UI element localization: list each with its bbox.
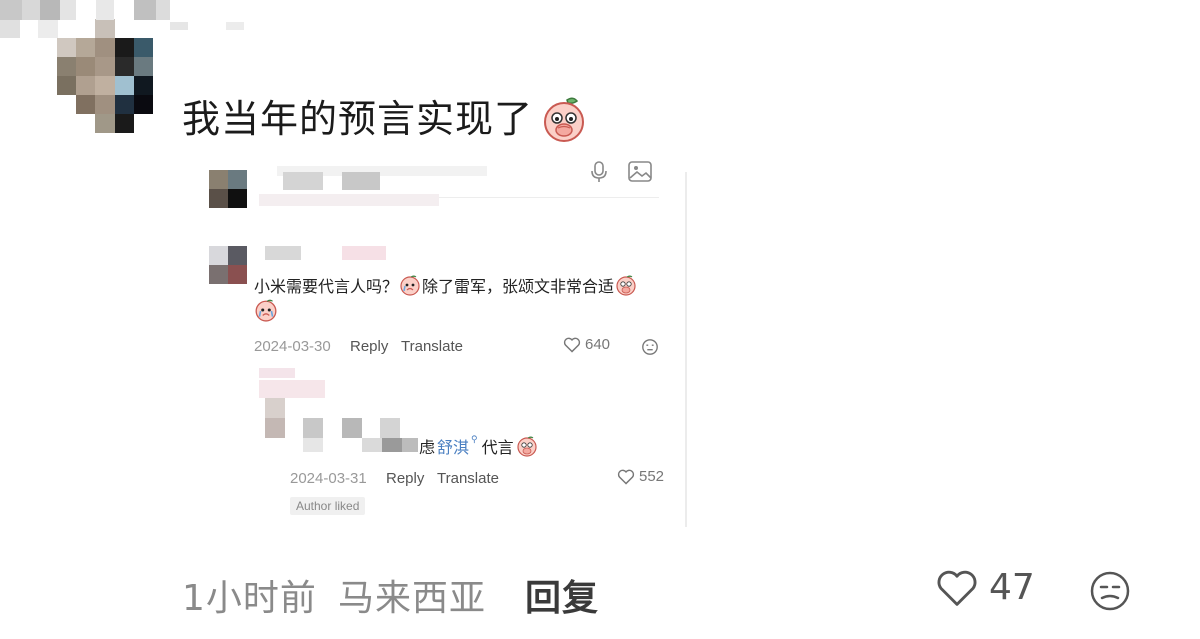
like-count: 47: [989, 567, 1035, 608]
embedded-screenshot: 小米需要代言人吗？ 除了雷军，张颂文非常合适 2024-03-30 Reply …: [197, 160, 687, 540]
comment-line-1b: 除了雷军，张颂文非常合适: [422, 279, 615, 296]
comment-text: 我当年的预言实现了: [182, 94, 589, 144]
like-button[interactable]: 552: [617, 468, 664, 485]
peach-cover-mouth-emoji-icon: [616, 275, 636, 296]
image-icon[interactable]: [627, 160, 653, 184]
like-count: 552: [639, 468, 665, 485]
comment-fragment: 代言: [481, 440, 514, 457]
comment-date: 2024-03-31: [290, 470, 367, 487]
microphone-icon[interactable]: [589, 160, 609, 184]
comment-footer: 1小时前 马来西亚 回复 47: [0, 563, 1200, 623]
emoji-react-icon[interactable]: [641, 338, 659, 356]
peach-crying-emoji-icon: [400, 275, 420, 296]
search-sup-icon: ⚲: [471, 434, 478, 444]
comment-fragment: 虑: [419, 440, 436, 457]
timestamp: 1小时前: [182, 578, 317, 619]
embedded-top-comment-text: 小米需要代言人吗？ 除了雷军，张颂文非常合适: [254, 273, 637, 297]
heart-icon: [937, 570, 977, 606]
reply-button[interactable]: Reply: [386, 470, 424, 487]
avatar[interactable]: [209, 170, 247, 208]
embedded-reply-comment-text: 虑 舒淇 ⚲ 代言: [419, 434, 538, 458]
location: 马来西亚: [338, 578, 487, 619]
comment-date: 2024-03-30: [254, 338, 331, 355]
like-button[interactable]: 47: [935, 567, 1035, 608]
heart-icon: [617, 469, 635, 485]
like-count: 640: [585, 336, 611, 353]
peach-crying-emoji-icon: [255, 299, 277, 322]
comment-line-1: 小米需要代言人吗？: [254, 279, 399, 296]
reply-button[interactable]: Reply: [350, 338, 388, 355]
peach-cover-mouth-emoji-icon: [539, 94, 589, 144]
like-button[interactable]: 640: [563, 336, 610, 353]
author-liked-badge: Author liked: [290, 497, 366, 515]
username-obscured[interactable]: [303, 418, 323, 438]
translate-button[interactable]: Translate: [437, 470, 499, 487]
comment-body: 我当年的预言实现了: [182, 97, 534, 141]
emoji-react-icon[interactable]: [1089, 570, 1131, 612]
avatar[interactable]: [57, 19, 153, 133]
heart-icon: [563, 337, 581, 353]
translate-button[interactable]: Translate: [401, 338, 463, 355]
avatar[interactable]: [209, 246, 247, 284]
username-obscured[interactable]: [283, 172, 323, 190]
avatar[interactable]: [265, 398, 285, 438]
peach-cover-mouth-emoji-icon: [517, 436, 537, 457]
mentioned-name[interactable]: 舒淇: [437, 434, 469, 458]
username-obscured[interactable]: [265, 246, 301, 260]
reply-button[interactable]: 回复: [525, 569, 599, 621]
